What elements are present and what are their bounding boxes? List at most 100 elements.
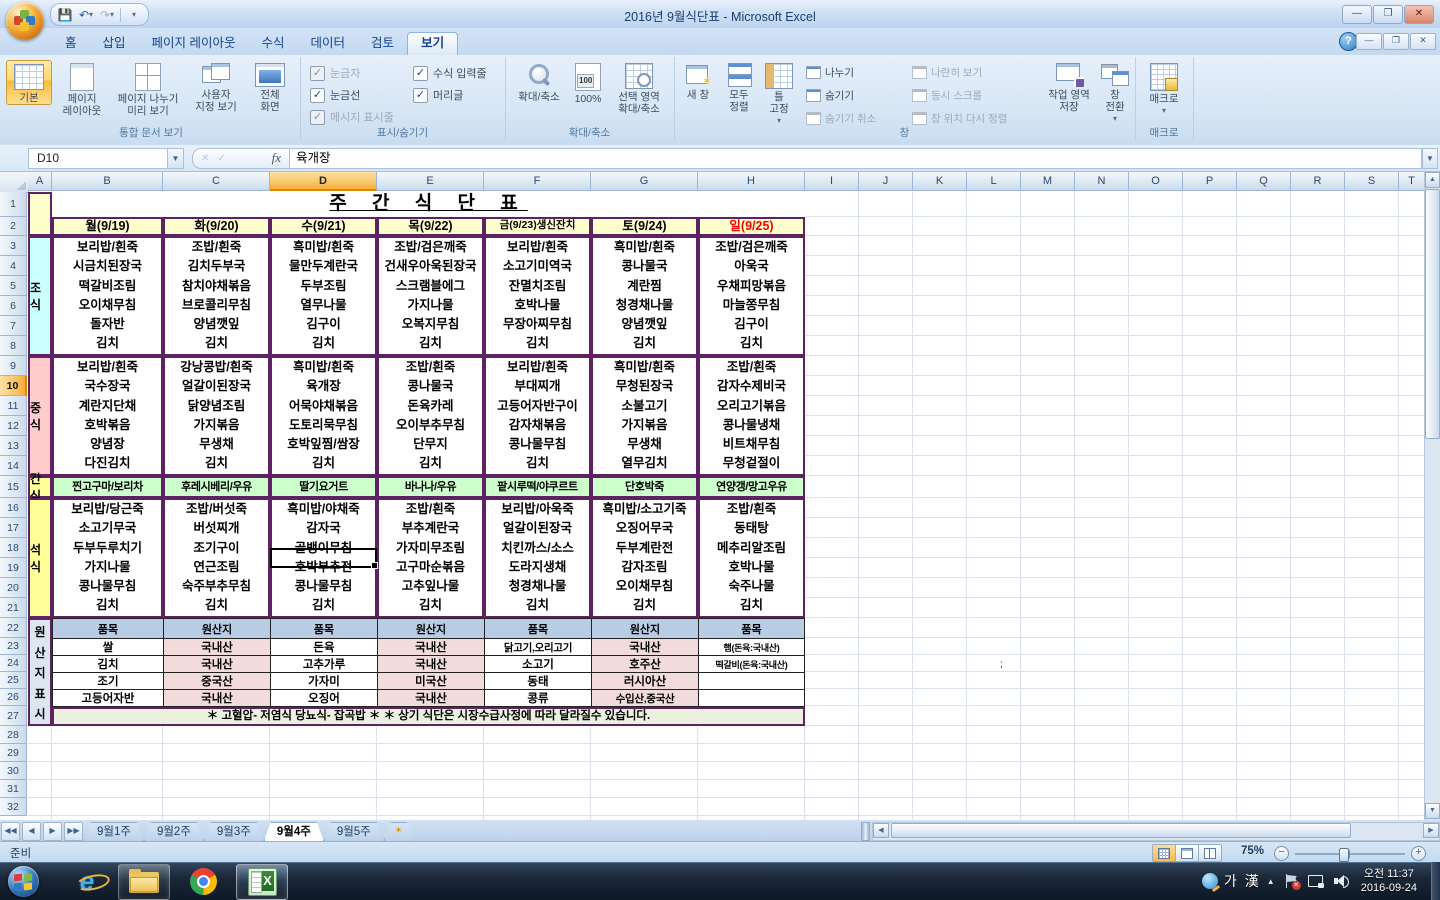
column-header-G[interactable]: G [591,172,698,191]
row-header-32[interactable]: 32 [0,798,27,816]
zoom-slider-track[interactable] [1295,847,1405,862]
sheet-tab-week4[interactable]: 9월4주 [264,822,324,841]
tab-view[interactable]: 보기 [407,32,459,55]
column-header-N[interactable]: N [1075,172,1129,191]
row-header-29[interactable]: 29 [0,744,27,762]
origin-header-cell[interactable]: 품목 [53,619,163,638]
breakfast-sat-cell[interactable]: 흑미밥/흰죽 콩나물국 계란찜 청경채나물 양념깻잎 김치 [591,236,698,356]
row-header-8[interactable]: 8 [0,336,27,356]
headings-checkbox[interactable]: ✓ 머리글 [413,87,463,103]
row-header-25[interactable]: 25 [0,672,27,689]
zoom-slider-thumb[interactable] [1339,848,1349,862]
snack-tue-cell[interactable]: 후레시베리/우유 [163,476,270,498]
day-header-tue[interactable]: 화(9/20) [163,217,270,236]
day-header-mon[interactable]: 월(9/19) [52,217,163,236]
row-header-22[interactable]: 22 [0,618,27,638]
origin-item-cell[interactable]: 돈육 [271,639,377,655]
action-center-flag-icon[interactable]: ✕ [1285,874,1301,890]
snack-sun-cell[interactable]: 연양갱/망고우유 [698,476,805,498]
page-break-view-icon[interactable] [1198,845,1221,861]
day-header-thu[interactable]: 목(9/22) [377,217,484,236]
row-header-13[interactable]: 13 [0,436,27,456]
first-sheet-icon[interactable]: ◀◀ [1,822,20,841]
day-header-sun[interactable]: 일(9/25) [698,217,805,236]
row-header-21[interactable]: 21 [0,598,27,618]
section-label-dinner[interactable]: 석식 [28,498,52,618]
origin-item-cell[interactable]: 소고기 [485,656,591,672]
row-header-19[interactable]: 19 [0,558,27,578]
reset-window-position-button[interactable]: 창 위치 다시 정렬 [912,111,1007,126]
dinner-thu-cell[interactable]: 조밥/흰죽 부추계란국 가자미무조림 고구마순볶음 고추잎나물 김치 [377,498,484,618]
message-bar-checkbox[interactable]: ✓ 메시지 표시줄 [310,109,394,125]
origin-value-cell[interactable]: 국내산 [164,690,270,706]
origin-value-cell[interactable]: 중국산 [164,673,270,689]
origin-item-cell[interactable]: 닭고기,오리고기 [485,639,591,655]
zoom-100-button[interactable]: 100 100% [569,60,607,105]
origin-value-cell[interactable]: 국내산 [378,639,484,655]
section-label-origin[interactable]: 원 산 지 표 시 [28,618,52,726]
column-header-B[interactable]: B [52,172,163,191]
origin-item-cell[interactable]: 떡갈비(돈육:국내산) [699,656,804,672]
origin-value-cell[interactable]: 미국산 [378,673,484,689]
column-header-K[interactable]: K [913,172,967,191]
origin-header-cell[interactable]: 원산지 [378,619,484,638]
row-header-27[interactable]: 27 [0,706,27,726]
section-label-breakfast[interactable]: 조식 [28,236,52,356]
new-window-button[interactable]: 새 창 [678,60,718,101]
full-screen-button[interactable]: 전체 화면 [248,60,292,113]
tab-page-layout[interactable]: 페이지 레이아웃 [139,32,249,54]
unhide-button[interactable]: 숨기기 취소 [806,111,876,126]
origin-value-cell[interactable]: 호주산 [592,656,698,672]
vertical-scroll-thumb[interactable] [1425,189,1440,439]
origin-value-cell[interactable]: 국내산 [164,656,270,672]
column-header-C[interactable]: C [163,172,270,191]
sheet-tab-week2[interactable]: 9월2주 [144,822,204,841]
column-header-D[interactable]: D [270,172,377,191]
tab-insert[interactable]: 삽입 [90,32,139,54]
origin-item-cell[interactable] [699,690,804,706]
day-header-sat[interactable]: 토(9/24) [591,217,698,236]
column-header-T[interactable]: T [1399,172,1425,191]
sheet-tab-week5[interactable]: 9월5주 [324,822,384,841]
row-header-30[interactable]: 30 [0,762,27,780]
snack-sat-cell[interactable]: 단호박죽 [591,476,698,498]
zoom-button[interactable]: 확대/축소 [511,60,567,103]
taskbar-excel-icon[interactable]: X [236,864,288,900]
snack-wed-cell[interactable]: 딸기요거트 [270,476,377,498]
row-header-9[interactable]: 9 [0,356,27,376]
row-header-15[interactable]: 15 [0,476,27,498]
selected-cell-outline[interactable] [270,548,378,569]
origin-item-cell[interactable]: 가자미 [271,673,377,689]
dinner-sun-cell[interactable]: 조밥/흰죽 동태탕 메추리알조림 호박나물 숙주나물 김치 [698,498,805,618]
row-header-14[interactable]: 14 [0,456,27,476]
dinner-sat-cell[interactable]: 흑미밥/소고기죽 오징어무국 두부계란전 감자조림 오이채무침 김치 [591,498,698,618]
name-box-dropdown-icon[interactable]: ▼ [168,147,184,169]
synchronous-scrolling-button[interactable]: 동시 스크롤 [912,88,982,103]
restore-button[interactable]: ❐ [1373,5,1403,24]
row-header-16[interactable]: 16 [0,498,27,518]
row-header-2[interactable]: 2 [0,217,27,236]
column-header-A[interactable]: A [28,172,52,191]
tab-formulas[interactable]: 수식 [249,32,298,54]
arrange-all-button[interactable]: 모두 정렬 [720,60,758,113]
vertical-scrollbar[interactable]: ▲ ▼ [1424,172,1440,820]
origin-item-cell[interactable]: 오징어 [271,690,377,706]
origin-item-cell[interactable]: 햄(돈육:국내산) [699,639,804,655]
origin-item-cell[interactable]: 쌀 [53,639,163,655]
next-sheet-icon[interactable]: ▶ [43,822,62,841]
column-header-P[interactable]: P [1183,172,1237,191]
breakfast-thu-cell[interactable]: 조밥/검은깨죽 건새우아욱된장국 스크램블에그 가지나물 오복지무침 김치 [377,236,484,356]
row-header-4[interactable]: 4 [0,256,27,276]
column-header-R[interactable]: R [1291,172,1345,191]
origin-header-cell[interactable]: 품목 [699,619,804,638]
last-sheet-icon[interactable]: ▶▶ [64,822,83,841]
tray-expand-icon[interactable]: ▲ [1267,877,1275,886]
expand-formula-bar-icon[interactable]: ▼ [1422,147,1438,169]
cell-a1[interactable] [28,192,52,236]
ruler-checkbox[interactable]: ✓ 눈금자 [310,65,360,81]
insert-function-icon[interactable]: fx [272,150,281,166]
origin-item-cell[interactable]: 고추가루 [271,656,377,672]
row-header-23[interactable]: 23 [0,638,27,655]
breakfast-mon-cell[interactable]: 보리밥/흰죽 시금치된장국 떡갈비조림 오이채무침 돌자반 김치 [52,236,163,356]
origin-header-cell[interactable]: 품목 [271,619,377,638]
